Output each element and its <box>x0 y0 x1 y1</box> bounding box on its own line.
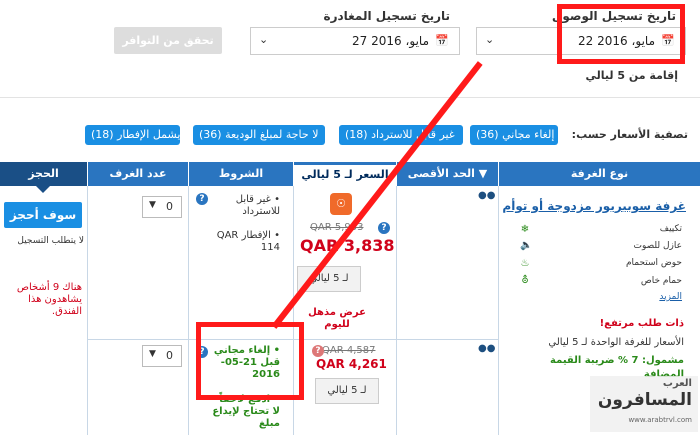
deal-badge-icon: ☉ <box>330 193 352 215</box>
annotation-line <box>271 61 483 329</box>
header-conditions: الشروط <box>189 162 293 186</box>
filter-label: تصفية الأسعار حسب: <box>571 128 688 141</box>
rooms-select-value: 0 <box>166 349 173 362</box>
no-registration-text: لا يتطلب التسجيل <box>17 236 84 246</box>
price-2: QAR 4,261 <box>316 357 387 371</box>
stay-length-text: إقامة من 5 ليالي <box>585 69 678 82</box>
shower-icon: ⛢ <box>521 275 529 286</box>
amenity-bathtub: حوض استحمام <box>625 258 682 268</box>
header-rooms: عدد الغرف <box>88 162 188 186</box>
annotation-box-checkin <box>557 4 685 64</box>
rooms-select-1[interactable]: 0 ▼ <box>142 196 182 218</box>
high-demand-text: ذات طلب مرتفع! <box>599 318 684 329</box>
header-booking: الحجز <box>0 162 87 186</box>
col-divider <box>188 186 189 435</box>
header-max-occupancy[interactable]: الحد الأقصى ▼ <box>397 162 498 186</box>
more-link[interactable]: المزيد <box>659 292 682 302</box>
check-availability-button[interactable]: تحقق من التوافر <box>114 27 222 54</box>
watermark-logo: العرب المسافرون www.arabtrvl.com <box>590 376 698 432</box>
checkout-date-field[interactable]: 27 مايو، 2016 📅 ⌄ <box>250 27 460 55</box>
caret-down-icon: ▼ <box>149 200 156 210</box>
header-room-type: نوع الغرفة <box>499 162 700 186</box>
divider <box>0 97 700 98</box>
col-divider <box>87 186 88 435</box>
rooms-select-2[interactable]: 0 ▼ <box>142 345 182 367</box>
per-room-text: الأسعار للغرفة الواحدة لـ 5 ليالي <box>548 337 684 348</box>
book-button[interactable]: سوف أحجز <box>4 202 82 228</box>
caret-down-icon: ▼ <box>149 349 156 359</box>
watermark-top: العرب <box>662 378 692 389</box>
help-icon[interactable]: ? <box>378 222 390 234</box>
checkout-date-value: 27 مايو، 2016 <box>352 34 429 48</box>
amenity-ac: تكييف <box>659 224 682 234</box>
filter-free-cancel[interactable]: إلغاء مجاني (36) <box>470 125 558 145</box>
chevron-down-icon: ⌄ <box>259 33 269 46</box>
condition-non-refundable: • غير قابل للاسترداد <box>235 194 280 217</box>
checkout-label: تاريخ تسجيل المغادرة <box>323 9 451 23</box>
calendar-icon: 📅 <box>435 34 449 47</box>
price-1: QAR 3,838 <box>300 236 395 255</box>
header-pointer <box>36 186 50 193</box>
col-divider <box>396 186 397 435</box>
watermark-brand: المسافرون <box>597 390 692 410</box>
filter-breakfast[interactable]: يشمل الإفطار (18) <box>85 125 180 145</box>
room-name-link[interactable]: غرفة سوبيريور مزدوجة أو توأم <box>502 199 686 213</box>
condition-breakfast: • الإفطار QAR 114 <box>216 230 280 253</box>
annotation-box-cancel <box>196 322 304 400</box>
sort-down-icon: ▼ <box>478 167 488 180</box>
bathtub-icon: ♨ <box>520 258 530 269</box>
watermark-url: www.arabtrvl.com <box>628 416 692 424</box>
speaker-icon: 🔈 <box>520 240 533 251</box>
header-max-label: الحد الأقصى <box>407 167 475 180</box>
rooms-select-value: 0 <box>166 200 173 213</box>
amenity-private-bath: حمام خاص <box>640 276 682 286</box>
help-icon[interactable]: ? <box>312 345 324 357</box>
deal-of-day-text: عرض مذهل لليوم <box>308 307 366 330</box>
viewers-text: هناك 9 أشخاص يشاهدون هذا الفندق. <box>16 282 82 317</box>
chevron-down-icon: ⌄ <box>485 33 495 46</box>
nights-button-2[interactable]: لـ 5 ليالي <box>315 378 379 404</box>
header-price[interactable]: السعر لـ 5 ليالي <box>294 162 396 186</box>
snowflake-icon: ❄ <box>520 224 530 235</box>
occupancy-two-icon: ●● <box>478 190 496 201</box>
filter-no-deposit[interactable]: لا حاجة لمبلغ الوديعة (36) <box>193 125 325 145</box>
old-price-2: QAR 4,587 <box>322 345 376 356</box>
filter-non-refundable[interactable]: غير قابل للاسترداد (18) <box>339 125 463 145</box>
col-divider <box>498 186 499 435</box>
occupancy-two-icon: ●● <box>478 343 496 354</box>
amenity-soundproof: عازل للصوت <box>633 241 682 251</box>
